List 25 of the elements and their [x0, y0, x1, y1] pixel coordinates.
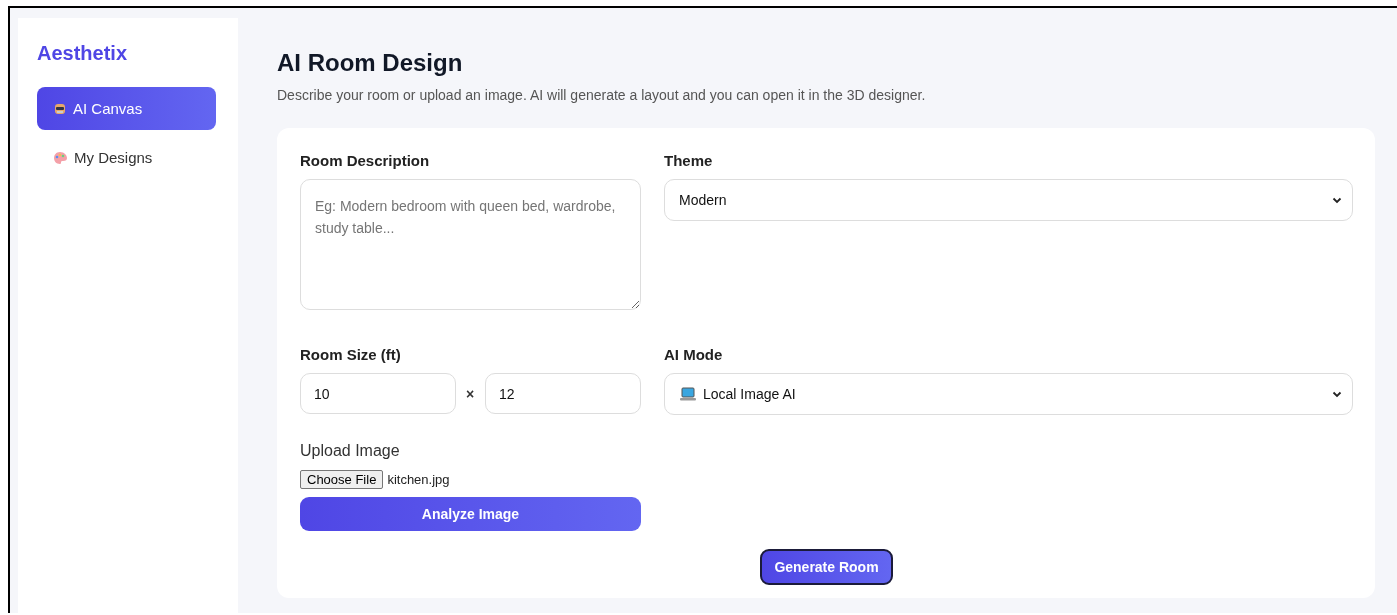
chevron-down-icon	[1332, 390, 1342, 398]
file-name: kitchen.jpg	[387, 472, 450, 487]
page-title: AI Room Design	[277, 49, 463, 77]
chevron-down-icon	[1332, 196, 1342, 204]
sidebar-item[interactable]: AI Canvas	[37, 87, 216, 130]
generate-button[interactable]: Generate Room	[760, 549, 893, 585]
robot-icon	[53, 101, 67, 116]
sidebar-item[interactable]: My Designs	[37, 136, 216, 179]
ai-mode-select[interactable]: Local Image AI	[664, 373, 1353, 415]
length-field[interactable]: 12	[485, 373, 641, 414]
field-label: Room Description	[300, 152, 430, 169]
description-field[interactable]: Eg: Modern bedroom with queen bed, wardrobe, study table...	[300, 179, 641, 310]
choose-file-button[interactable]: Choose File	[300, 470, 384, 489]
width-field[interactable]: 10	[300, 373, 456, 414]
app-logo: Aesthetix	[37, 42, 128, 65]
analyze-button[interactable]: Analyze Image	[300, 497, 641, 531]
laptop-icon	[679, 386, 697, 402]
field-label: Room Size (ft)	[300, 346, 401, 363]
theme-select[interactable]: Modern	[664, 179, 1353, 221]
upload-label: Upload Image	[300, 442, 400, 460]
palette-icon	[53, 150, 68, 165]
field-label: AI Mode	[664, 346, 723, 363]
page-subtitle: Describe your room or upload an image. AI will generate a layout and you can open it in the 3D designer.	[277, 87, 927, 103]
times-sign: ×	[466, 385, 475, 402]
field-label: Theme	[664, 152, 713, 169]
